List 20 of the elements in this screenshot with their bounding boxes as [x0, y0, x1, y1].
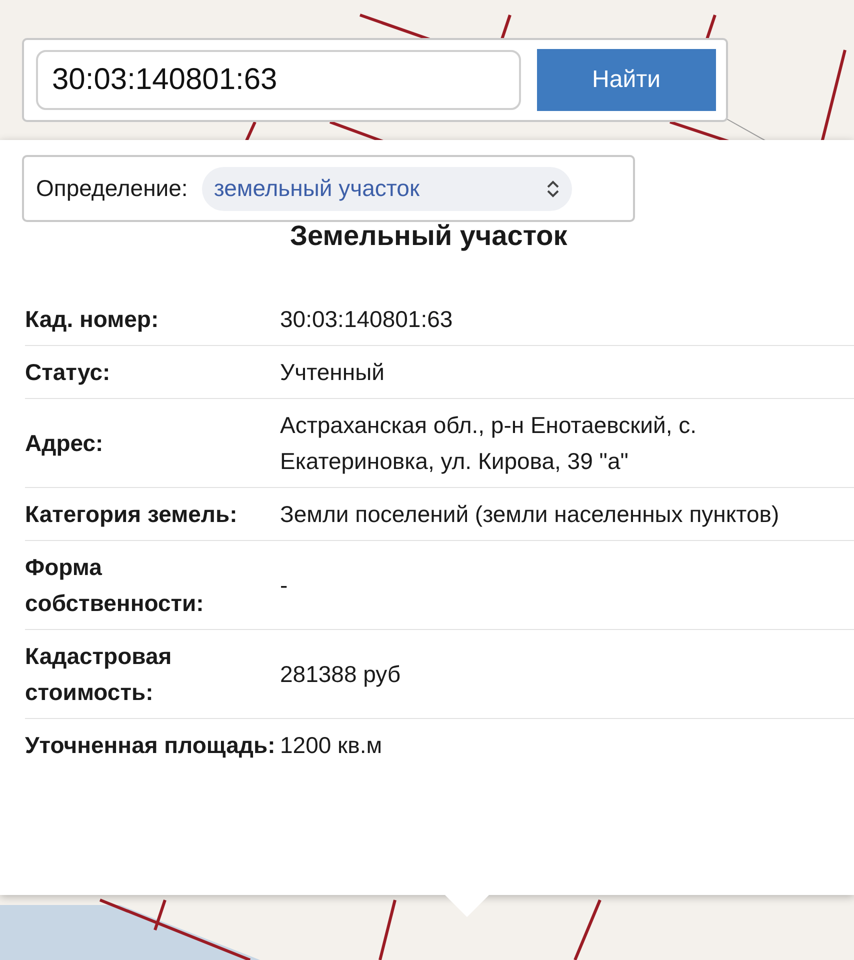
search-field[interactable]: 30:03:140801:63 [36, 50, 521, 110]
find-button[interactable]: Найти [536, 49, 716, 111]
field-label: Форма собственности: [25, 553, 205, 618]
field-label: Статус: [25, 358, 112, 387]
field-value: Астраханская обл., р-н Енотаевский, с. Екатериновка, ул. Кирова, 39 "а" [280, 411, 698, 476]
field-label: Уточненная площадь: [25, 731, 276, 760]
definition-label: Определение: [36, 175, 188, 202]
field-value: Учтенный [280, 358, 386, 387]
definition-select[interactable]: земельный участок [202, 166, 572, 210]
field-label: Кад. номер: [25, 305, 160, 334]
field-value: 281388 руб [280, 660, 402, 689]
field-value: Земли поселений (земли населенных пунктов) [280, 500, 780, 529]
field-label: Адрес: [25, 429, 104, 458]
chevron-icon [546, 180, 560, 198]
popup-title: Земельный участок [290, 220, 568, 252]
field-label: Категория земель: [25, 500, 238, 529]
field-value: 30:03:140801:63 [280, 305, 454, 334]
field-value: 1200 кв.м [280, 731, 384, 760]
field-value: - [280, 571, 289, 600]
field-label: Кадастровая стоимость: [25, 642, 173, 707]
